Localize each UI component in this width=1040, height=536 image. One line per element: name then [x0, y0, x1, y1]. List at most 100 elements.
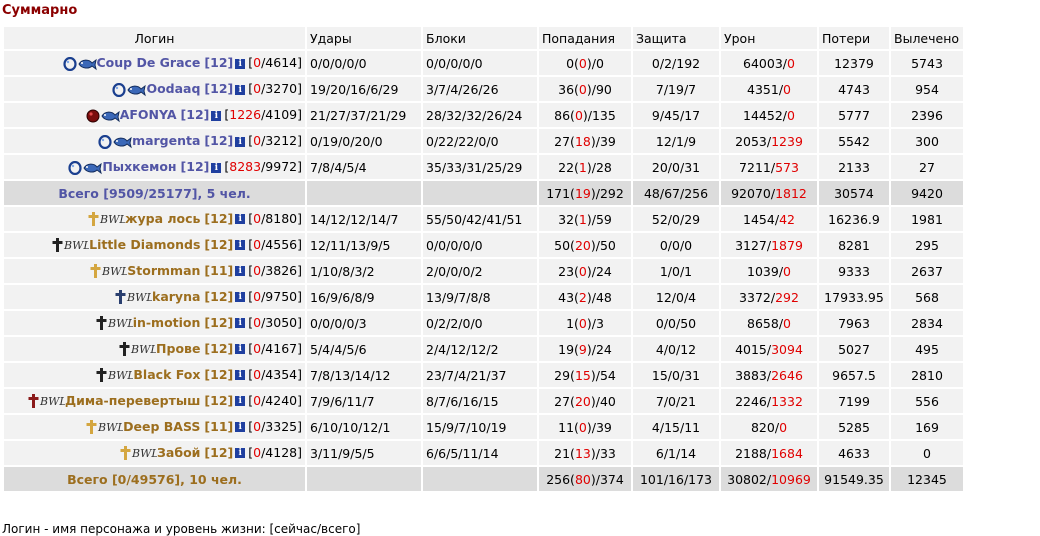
- info-icon[interactable]: i: [235, 266, 246, 277]
- defense-cell: 52/0/29: [633, 207, 719, 231]
- red-orb-icon: [86, 109, 100, 123]
- hits-cell: 14/12/12/14/7: [307, 207, 421, 231]
- losses-cell: 5285: [819, 415, 889, 439]
- login-cell: BWL Прове [12] i [0/4167]: [4, 337, 305, 361]
- hp-current: 0: [253, 81, 262, 97]
- player-level: [12]: [204, 210, 234, 226]
- player-name-link[interactable]: Oodaaq: [146, 81, 200, 96]
- player-name-link[interactable]: Coup De Grace: [97, 55, 201, 70]
- player-name-link[interactable]: Дима-перевертыш: [65, 393, 200, 408]
- hits-cell: 16/9/6/8/9: [307, 285, 421, 309]
- hp-max: 8180: [265, 210, 298, 226]
- player-name-link[interactable]: жура лось: [125, 211, 200, 226]
- accuracy-crits: 0: [578, 419, 587, 435]
- healed-cell: 300: [891, 129, 963, 153]
- defense-cell: 7/0/21: [633, 389, 719, 413]
- damage-dealt: 1454: [743, 211, 775, 227]
- login-cell: margenta [12] i [0/3212]: [4, 129, 305, 153]
- player-level: [12]: [180, 107, 210, 123]
- player-name-link[interactable]: Stormman: [127, 263, 200, 278]
- hits-cell: 0/19/0/20/0: [307, 129, 421, 153]
- accuracy-hits: 19: [558, 341, 575, 357]
- blocks-cell: 2/0/0/0/2: [423, 259, 537, 283]
- cross-icon: [86, 420, 97, 435]
- info-icon[interactable]: i: [235, 344, 246, 355]
- team-total-label: Всего [9509/25177], 5 чел.: [4, 181, 305, 205]
- player-level: [12]: [204, 340, 234, 356]
- accuracy-hits: 22: [558, 159, 575, 175]
- player-row: BWL Прове [12] i [0/4167] 5/4/4/5/6 2/4/12/12…: [4, 337, 963, 361]
- info-icon[interactable]: i: [235, 240, 246, 251]
- hits-cell: 12/11/13/9/5: [307, 233, 421, 257]
- bwl-clan-icon: BWL: [101, 265, 127, 278]
- info-icon[interactable]: i: [211, 110, 222, 121]
- damage-extra: 0: [779, 419, 788, 435]
- player-name-link[interactable]: AFONYA: [120, 107, 177, 122]
- damage-dealt: 4351: [747, 81, 779, 97]
- accuracy-hits: 23: [558, 263, 575, 279]
- info-icon[interactable]: i: [235, 58, 246, 69]
- player-level: [12]: [204, 133, 234, 149]
- bwl-clan-icon: BWL: [99, 213, 125, 226]
- accuracy-cell: 50(20)/50: [539, 233, 631, 257]
- blue-orb-icon: [112, 82, 127, 97]
- accuracy-total: 0: [595, 55, 604, 71]
- accuracy-cell: 43(2)/48: [539, 285, 631, 309]
- damage-cell: 7211/573: [721, 155, 817, 179]
- cross-icon: [119, 342, 130, 357]
- info-icon[interactable]: i: [211, 162, 222, 173]
- defense-cell: 0/0/50: [633, 311, 719, 335]
- info-icon[interactable]: i: [235, 318, 246, 329]
- player-name-link[interactable]: Пыхкемон: [102, 159, 176, 174]
- player-name-link[interactable]: karyna: [152, 289, 200, 304]
- defense-cell: 12/1/9: [633, 129, 719, 153]
- login-cell: BWL Deep BASS [11] i [0/3325]: [4, 415, 305, 439]
- info-icon[interactable]: i: [235, 84, 246, 95]
- player-name-link[interactable]: margenta: [132, 133, 200, 148]
- info-icon[interactable]: i: [235, 214, 246, 225]
- player-name-link[interactable]: Little Diamonds: [89, 237, 200, 252]
- defense-cell: 15/0/31: [633, 363, 719, 387]
- info-icon[interactable]: i: [235, 136, 246, 147]
- player-name-link[interactable]: in-motion: [133, 315, 201, 330]
- bwl-clan-icon: BWL: [39, 395, 65, 408]
- team-total-row: Всего [0/49576], 10 чел. 256(80)/374 101/1…: [4, 467, 963, 491]
- svg-text:BWL: BWL: [99, 213, 125, 226]
- accuracy-crits: 0: [578, 55, 587, 71]
- accuracy-total: 374: [599, 471, 624, 487]
- player-level: [12]: [204, 392, 234, 408]
- damage-extra: 1239: [771, 133, 803, 149]
- accuracy-cell: 23(0)/24: [539, 259, 631, 283]
- blue-orb-icon: [98, 134, 112, 149]
- damage-cell: 2246/1332: [721, 389, 817, 413]
- player-name-link[interactable]: Black Fox: [133, 367, 200, 382]
- player-row: AFONYA [12] i [1226/4109] 21/27/37/21/29 28/…: [4, 103, 963, 127]
- player-name-link[interactable]: Deep BASS: [123, 419, 200, 434]
- accuracy-total: 48: [595, 289, 612, 305]
- hits-cell: 19/20/16/6/29: [307, 77, 421, 101]
- login-cell: BWL Little Diamonds [12] i [0/4556]: [4, 233, 305, 257]
- healed-cell: 954: [891, 77, 963, 101]
- damage-extra: 3094: [771, 341, 803, 357]
- info-icon[interactable]: i: [235, 370, 246, 381]
- blue-orb-icon: [68, 160, 82, 175]
- hits-cell: 0/0/0/0/0: [307, 51, 421, 75]
- player-level: [12]: [204, 236, 234, 252]
- player-name-link[interactable]: Прове: [156, 341, 200, 356]
- damage-cell: 64003/0: [721, 51, 817, 75]
- losses-cell: 16236.9: [819, 207, 889, 231]
- info-icon[interactable]: i: [235, 292, 246, 303]
- damage-dealt: 8658: [747, 315, 779, 331]
- damage-dealt: 14452: [743, 107, 783, 123]
- hp-current: 0: [253, 55, 262, 71]
- healed-cell: 495: [891, 337, 963, 361]
- info-icon[interactable]: i: [235, 396, 246, 407]
- player-name-link[interactable]: Забой: [157, 445, 200, 460]
- damage-dealt: 2053: [735, 133, 767, 149]
- player-row: BWL Black Fox [12] i [0/4354] 7/8/13/14/12 23…: [4, 363, 963, 387]
- cross-icon: [115, 290, 126, 305]
- info-icon[interactable]: i: [235, 448, 246, 459]
- info-icon[interactable]: i: [235, 422, 246, 433]
- damage-dealt: 2188: [735, 445, 767, 461]
- hp-max: 4109: [265, 107, 298, 123]
